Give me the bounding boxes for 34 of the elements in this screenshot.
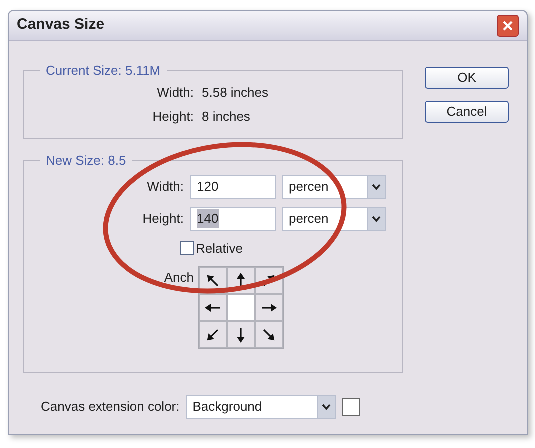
checkbox[interactable] [180,241,194,256]
anchor-cell[interactable] [227,294,255,321]
field-label: Height: [152,108,194,126]
dialog-button[interactable]: Cancel [425,101,509,123]
close-icon [502,20,514,32]
anchor-cell[interactable] [199,321,227,348]
caret-icon [372,184,381,190]
anchor-cell[interactable] [255,321,283,348]
unit-dropdown[interactable]: percen [282,206,386,230]
anchor-label: Anch [163,269,194,287]
color-dropdown[interactable]: Background [186,395,336,419]
caret-icon [322,404,331,410]
dialog-button[interactable]: OK [425,67,509,89]
window-title: Canvas Size [17,15,105,36]
field-label: Width: [156,84,194,102]
group-legend: New Size: 8.5 [40,151,132,170]
field-label: Width: [146,178,184,196]
unit-dropdown[interactable]: percen [282,174,386,198]
close-button[interactable] [497,14,519,36]
group-legend: Current Size: 5.11M [40,61,167,80]
field-text: 120 [197,178,219,196]
anchor-cell[interactable] [199,294,227,321]
field-value: 5.58 inches [202,84,268,102]
field-label: Height: [142,210,184,228]
checkbox-label: Relative [196,240,243,258]
anchor-cell[interactable] [227,321,255,348]
anchor-cell[interactable] [255,294,283,321]
number-field[interactable]: 120 [190,174,276,198]
color-swatch[interactable] [342,398,360,416]
field-label: Canvas extension color: [41,398,180,416]
caret-icon [372,216,381,222]
field-text: 140 [197,208,219,228]
field-value: 8 inches [202,108,250,126]
number-field[interactable]: 140 [190,206,276,230]
